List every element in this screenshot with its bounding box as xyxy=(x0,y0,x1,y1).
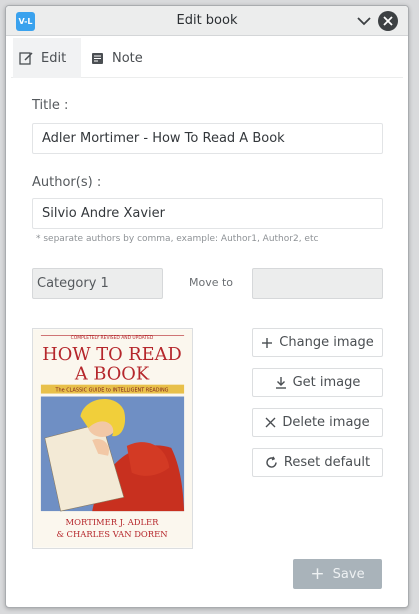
reset-default-button[interactable]: Reset default xyxy=(252,448,383,477)
title-label: Title : xyxy=(32,98,69,113)
category-select[interactable]: Category 1 xyxy=(32,268,163,299)
title-input[interactable] xyxy=(32,123,383,154)
move-to-label: Move to xyxy=(189,276,234,289)
change-image-button[interactable]: Change image xyxy=(252,328,383,357)
edit-icon xyxy=(19,52,33,65)
authors-label: Author(s) : xyxy=(32,175,102,190)
get-image-button[interactable]: Get image xyxy=(252,368,383,397)
plus-icon xyxy=(262,337,273,348)
tab-bar: Edit Note xyxy=(11,38,403,78)
title-bar: V-L Edit book xyxy=(6,6,408,36)
delete-image-label: Delete image xyxy=(282,415,370,430)
cover-subtitle: The CLASSIC GUIDE to INTELLIGENT READING xyxy=(55,388,169,394)
cover-line2: A BOOK xyxy=(74,365,150,385)
reset-default-label: Reset default xyxy=(283,455,371,470)
cover-top-banner: COMPLETELY REVISED AND UPDATED xyxy=(71,335,154,341)
authors-hint: * separate authors by comma, example: Au… xyxy=(36,234,319,244)
tab-note-label: Note xyxy=(112,50,143,66)
tab-edit[interactable]: Edit xyxy=(13,38,81,78)
edit-book-window: V-L Edit book Edit Note Title: Adler Mo… xyxy=(5,5,409,608)
tab-note[interactable]: Note xyxy=(83,38,163,78)
save-plus-icon: + xyxy=(310,563,325,584)
get-image-label: Get image xyxy=(292,375,361,390)
tab-edit-label: Edit xyxy=(41,50,67,66)
book-cover-image: COMPLETELY REVISED AND UPDATED HOW TO RE… xyxy=(32,328,193,549)
cover-line1: HOW TO READ xyxy=(42,345,181,365)
change-image-label: Change image xyxy=(279,335,374,350)
note-icon xyxy=(92,52,103,64)
authors-input[interactable] xyxy=(32,198,383,229)
cover-author2: & CHARLES VAN DOREN xyxy=(56,529,167,539)
cover-author1: MORTIMER J. ADLER xyxy=(66,517,160,527)
window-title: Edit book xyxy=(176,13,238,28)
save-button[interactable]: + Save xyxy=(293,559,382,589)
delete-image-button[interactable]: Delete image xyxy=(252,408,383,437)
delete-x-icon xyxy=(265,417,276,428)
reset-icon xyxy=(266,456,277,468)
move-to-select[interactable] xyxy=(252,268,383,299)
download-icon xyxy=(275,377,286,389)
save-label: Save xyxy=(332,566,365,582)
close-icon[interactable] xyxy=(378,11,398,31)
minimize-chevron-icon[interactable] xyxy=(356,13,372,29)
